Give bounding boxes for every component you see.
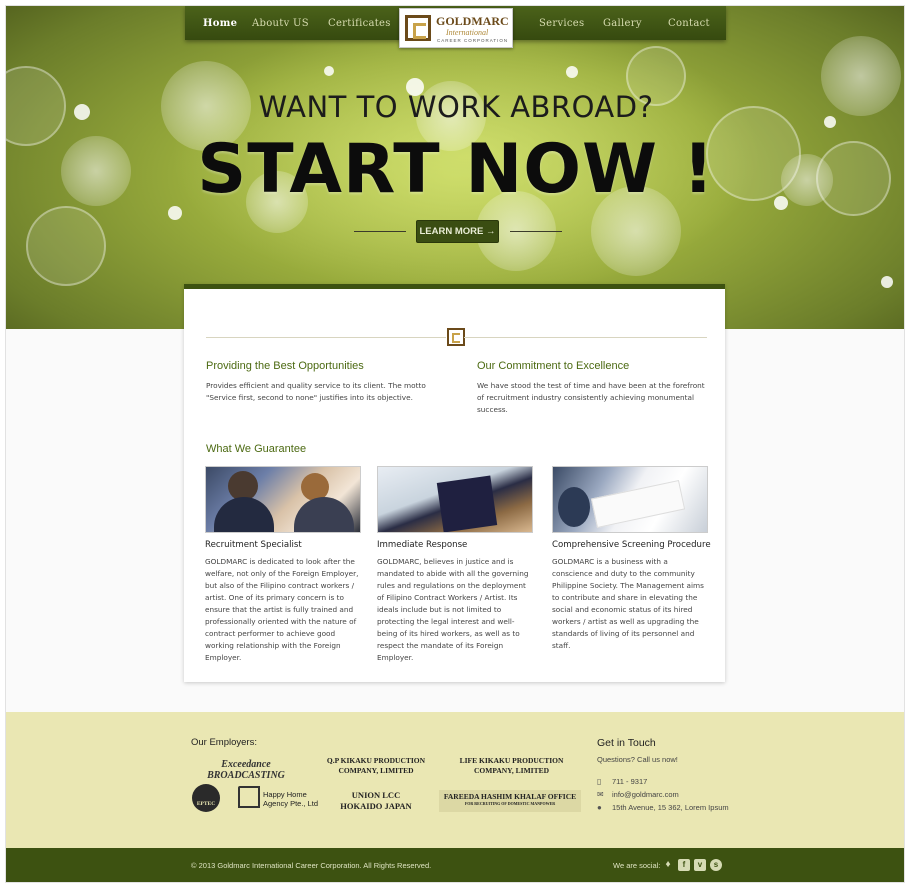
intro-title-1: Providing the Best Opportunities bbox=[206, 360, 364, 372]
employer-name: COMPANY, LIMITED bbox=[473, 766, 549, 775]
twitter-icon[interactable]: ♦ bbox=[662, 859, 674, 871]
guarantee-item-title-2: Immediate Response bbox=[377, 540, 468, 550]
employer-name: LIFE KIKAKU PRODUCTION bbox=[459, 756, 564, 765]
nav-services[interactable]: Services bbox=[539, 18, 584, 29]
logo-name: GOLDMARC bbox=[436, 14, 509, 28]
site-logo[interactable]: GOLDMARC International CAREER CORPORATIO… bbox=[399, 8, 513, 48]
stumbleupon-icon[interactable]: s bbox=[710, 859, 722, 871]
employer-logo-eptec[interactable]: EPTEC bbox=[192, 784, 220, 812]
logo-tagline: International bbox=[446, 28, 489, 37]
passport-photo bbox=[377, 466, 533, 533]
email-address: info@goldmarc.com bbox=[612, 790, 679, 799]
recruitment-photo bbox=[205, 466, 361, 533]
guarantee-item-title-1: Recruitment Specialist bbox=[205, 540, 302, 550]
employer-logo-happy-home[interactable]: Happy Home Agency Pte., Ltd bbox=[263, 790, 323, 808]
guarantee-item-text-1: GOLDMARC is dedicated to look after the … bbox=[205, 557, 359, 662]
employers-section: Our Employers: Exceedance BROADCASTING Q… bbox=[6, 712, 904, 848]
contact-email[interactable]: ✉ info@goldmarc.com bbox=[597, 790, 679, 799]
vimeo-icon[interactable]: v bbox=[694, 859, 706, 871]
employer-name: HOKAIDO JAPAN bbox=[340, 801, 412, 811]
bokeh-circle bbox=[324, 66, 334, 76]
employer-name: Q.P KIKAKU PRODUCTION bbox=[326, 756, 426, 765]
photo-person bbox=[214, 497, 274, 532]
copyright-text: © 2013 Goldmarc International Career Cor… bbox=[191, 861, 432, 870]
nav-home[interactable]: Home bbox=[203, 18, 237, 29]
phone-icon: ▯ bbox=[597, 777, 602, 786]
learn-more-button[interactable]: LEARN MORE → bbox=[416, 220, 499, 243]
employer-tagline: FOR RECRUITING OF DOMESTIC MANPOWER bbox=[464, 801, 556, 806]
nav-gallery[interactable]: Gallery bbox=[603, 18, 642, 29]
page-frame: WANT TO WORK ABROAD? START NOW ! LEARN M… bbox=[5, 5, 905, 883]
social-label: We are social: bbox=[613, 861, 661, 870]
phone-number: 711 - 9317 bbox=[612, 777, 648, 786]
house-icon bbox=[238, 786, 260, 808]
hero-headline: START NOW ! bbox=[197, 130, 715, 209]
nav-contact[interactable]: Contact bbox=[668, 18, 710, 29]
email-icon: ✉ bbox=[597, 790, 604, 799]
logo-subtitle: CAREER CORPORATION bbox=[437, 38, 509, 43]
employers-title: Our Employers: bbox=[191, 737, 257, 748]
contact-subtitle: Questions? Call us now! bbox=[597, 755, 678, 764]
contact-title: Get in Touch bbox=[597, 737, 656, 749]
guarantee-item-text-2: GOLDMARC, believes in justice and is man… bbox=[377, 557, 529, 662]
content-card: Providing the Best Opportunities Provide… bbox=[184, 284, 725, 682]
employer-name: COMPANY, LIMITED bbox=[338, 766, 414, 775]
guarantee-item-text-3: GOLDMARC is a business with a conscience… bbox=[552, 557, 704, 650]
photo-person bbox=[294, 497, 354, 532]
photo-person bbox=[558, 487, 590, 527]
bokeh-circle bbox=[566, 66, 578, 78]
guarantee-title: What We Guarantee bbox=[206, 443, 307, 455]
screening-photo bbox=[552, 466, 708, 533]
guarantee-item-title-3: Comprehensive Screening Procedure bbox=[552, 540, 711, 550]
facebook-icon[interactable]: f bbox=[678, 859, 690, 871]
employer-logo-fareeda[interactable]: FAREEDA HASHIM KHALAF OFFICE FOR RECRUIT… bbox=[439, 790, 581, 812]
passport-icon bbox=[436, 475, 498, 532]
hero-banner: WANT TO WORK ABROAD? START NOW ! LEARN M… bbox=[6, 6, 904, 329]
employer-name: UNION LCC bbox=[351, 790, 401, 800]
document-icon bbox=[590, 479, 686, 529]
nav-certificates[interactable]: Certificates bbox=[328, 18, 391, 29]
contact-address: ● 15th Avenue, 15 362, Lorem Ipsum bbox=[597, 803, 729, 812]
employer-name: Happy Home bbox=[263, 790, 307, 799]
nav-about[interactable]: Aboutv US bbox=[252, 18, 309, 29]
logo-mark-icon bbox=[447, 328, 465, 346]
intro-text-2: We have stood the test of time and have … bbox=[477, 381, 705, 414]
employer-logo-union-lcc[interactable]: UNION LCC HOKAIDO JAPAN bbox=[331, 790, 421, 812]
hero-subheadline: WANT TO WORK ABROAD? bbox=[258, 90, 654, 124]
location-pin-icon: ● bbox=[597, 803, 602, 812]
employer-name: Agency Pte., Ltd bbox=[263, 799, 319, 808]
hero-divider-right bbox=[510, 231, 562, 232]
hero-divider-left bbox=[354, 231, 406, 232]
employer-name: FAREEDA HASHIM KHALAF OFFICE bbox=[443, 792, 577, 801]
bokeh-circle bbox=[26, 206, 106, 286]
employer-logo-life-kikaku[interactable]: LIFE KIKAKU PRODUCTION COMPANY, LIMITED bbox=[454, 756, 569, 776]
section-divider bbox=[464, 337, 707, 338]
address-text: 15th Avenue, 15 362, Lorem Ipsum bbox=[612, 803, 729, 812]
section-divider bbox=[206, 337, 446, 338]
intro-text-1: Provides efficient and quality service t… bbox=[206, 381, 426, 402]
intro-title-2: Our Commitment to Excellence bbox=[477, 360, 630, 372]
contact-phone[interactable]: ▯ 711 - 9317 bbox=[597, 777, 647, 786]
employer-logo-qp-kikaku[interactable]: Q.P KIKAKU PRODUCTION COMPANY, LIMITED bbox=[321, 756, 431, 776]
bokeh-circle bbox=[881, 276, 893, 288]
footer-bar: © 2013 Goldmarc International Career Cor… bbox=[6, 848, 904, 882]
employer-logo-exceedance[interactable]: Exceedance BROADCASTING bbox=[191, 759, 301, 781]
logo-icon bbox=[405, 15, 431, 41]
